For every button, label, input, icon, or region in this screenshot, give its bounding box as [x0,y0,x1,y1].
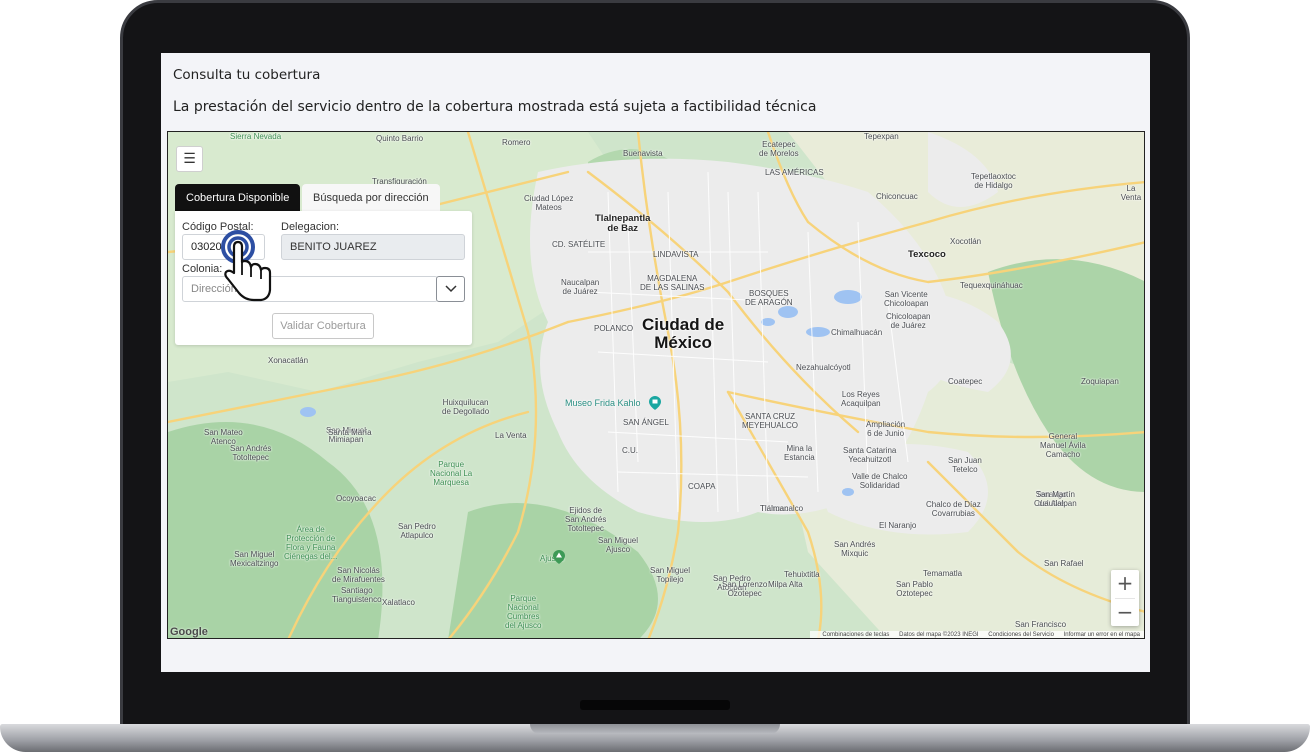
label-general: General Manuel Ávila Camacho [1040,432,1086,459]
park-pin-icon[interactable] [553,550,565,564]
label-cuautlalpan: San Vicente Chicoloapan [884,290,929,308]
label-las-americas: LAS AMÉRICAS [765,168,824,177]
google-logo[interactable]: Google [170,626,208,638]
laptop-hinge [580,700,730,710]
label-hidalgo: Tepetlaoxtoc de Hidalgo [971,172,1016,190]
label-ajusco-town: San Miguel Ajusco [598,536,639,554]
label-mina: Mina la Estancia [784,444,815,462]
tab-cobertura-disponible[interactable]: Cobertura Disponible [175,184,301,212]
label-mexicaltzingo: San Miguel Mexicaltzingo [230,550,279,568]
attrib-report-link[interactable]: Informar un error en el mapa [1064,632,1140,638]
museum-pin-icon[interactable] [649,396,661,410]
label-buenavista: Buenavista [623,149,663,158]
label-xonacatlan: Xonacatlán [268,356,309,365]
label-chiconcuac: Chiconcuac [876,192,918,201]
label-sierra: Sierra Nevada [230,132,282,141]
label-romero: Romero [502,138,531,147]
label-chalco: Chalco de Díaz Covarrubias [926,500,981,518]
label-san-rafael: San Rafael [1044,559,1084,568]
label-tenancingo: San Pedro Atlapulco [398,522,436,540]
label-santa-cruz: SANTA CRUZ MEYEHUALCO [742,412,799,430]
label-tehuixtitla: Tehuixtitla [784,570,820,579]
zoom-out-button[interactable]: − [1111,599,1139,627]
label-quinto-barrio: Quinto Barrio [376,134,424,143]
label-cd-satelite: CD. SATÉLITE [552,240,606,249]
label-polanco: POLANCO [594,324,634,333]
label-xocotlan: Xocotlán [950,237,982,246]
label-la-venta: La Venta [495,431,527,440]
label-frida: Museo Frida Kahlo [565,398,641,408]
label-mirafuentes: San Nicolás de Mirafuentes [332,566,385,584]
label-topilejo: San Miguel Topilejo [650,566,691,584]
hand-pointer-icon [221,230,272,302]
zoom-controls: + − [1111,570,1139,626]
chevron-down-icon [445,285,457,293]
tab-busqueda-direccion[interactable]: Búsqueda por dirección [302,184,440,212]
delegacion-field: BENITO JUAREZ [281,234,465,260]
label-milpa: Milpa Alta [768,580,803,589]
label-chimalhuacan: Chimalhuacán [831,328,883,337]
label-cd-lopez: Ciudad López Mateos [524,194,574,212]
map-attribution: Combinaciones de teclas Datos del mapa ©… [810,631,1144,638]
label-ixtapaluca: Ampliación 6 de Junio [866,420,906,438]
label-area-flora: Área de Protección de Flora y Fauna Cién… [284,525,338,561]
label-san-francisco: San Francisco [1015,620,1067,629]
label-chicoloapan: Chicoloapan de Juárez [886,312,931,330]
label-coapa: COAPA [688,482,716,491]
label-bosques: BOSQUES DE ARAGÓN [745,289,793,307]
label-huixquilucan: Huixquilucan de Degollado [442,398,490,416]
label-naucalpan: Naucalpan de Juárez [561,278,600,296]
label-parque-ajusco: Parque Nacional Cumbres del Ajusco [505,594,542,630]
label-nezahualcoyotl: Nezahualcóyotl [796,363,851,372]
map-menu-button[interactable]: ☰ [176,146,203,172]
label-ejidos: Ejidos de San Andrés Totoltepec [565,506,607,533]
delegacion-label: Delegacion: [281,221,340,233]
page-title: Consulta tu cobertura [173,67,321,83]
label-ocoyoacac: Ocoyoacac [336,494,377,503]
screen: Consulta tu cobertura La prestación del … [161,53,1150,672]
label-san-pablo: San Pablo Oztotepec [896,580,933,598]
label-ozotepec: San Lorenzo Ozotepec [722,580,768,598]
label-parque-leones: Parque Nacional La Marquesa [430,460,473,487]
page-subtitle: La prestación del servicio dentro de la … [173,99,817,115]
label-el-naranjo: El Naranjo [879,521,917,530]
label-tepexpan: Tepexpan [864,132,899,141]
attrib-shortcuts-link[interactable]: Combinaciones de teclas [822,632,889,638]
label-san-angel: SAN ÁNGEL [623,418,669,427]
validar-cobertura-button[interactable]: Validar Cobertura [272,313,374,339]
label-cdmx: Ciudad de México [642,315,725,352]
label-coatepec: Coatepec [948,377,983,386]
coverage-map[interactable]: Ciudad de México Tlalnepantla de Baz Tex… [167,131,1145,639]
label-tulyehualco: Santa Catarina Yecahuitzotl [843,446,897,464]
label-xalatlaco: Xalatlaco [382,598,415,607]
colonia-dropdown-toggle[interactable] [436,276,465,302]
label-mixquic: San Andrés Mixquic [834,540,876,558]
label-tetelco: San Juan Tetelco [948,456,982,474]
colonia-label: Colonia: [182,263,223,275]
label-acaquilpan: Los Reyes Acaquilpan [841,390,881,408]
label-la-venta-e: La Venta [1120,184,1142,202]
label-valle-chalco: Valle de Chalco Solidaridad [852,472,908,490]
label-tequexquinahuac: Tequexquináhuac [960,281,1023,290]
attrib-terms-link[interactable]: Condiciones del Servicio [988,632,1054,638]
label-zoquiapan: Zoquiapan [1081,377,1119,386]
label-santa-maria: Santa María [328,428,372,437]
attrib-map-data: Datos del mapa ©2023 INEGI [899,632,979,638]
label-temamatla: Temamatla [923,569,963,578]
laptop-notch [530,724,780,734]
label-santiago: Santiago Tianguistenco [332,586,382,604]
label-tlalmanalco: Tlalmanalco [760,504,804,513]
label-totoltepec: San Andrés Totoltepec [230,444,272,462]
label-cu: C.U. [622,446,638,455]
label-chalco2: San Martín Cuautlalpan [1034,490,1077,508]
label-lindavista: LINDAVISTA [653,250,699,259]
label-magdalena: MAGDALENA DE LAS SALINAS [640,274,705,292]
label-texcoco: Texcoco [908,249,946,260]
label-ecatepec: Ecatepec de Morelos [759,140,799,158]
zoom-in-button[interactable]: + [1111,570,1139,598]
label-tlalnepantla: Tlalnepantla de Baz [595,213,651,234]
